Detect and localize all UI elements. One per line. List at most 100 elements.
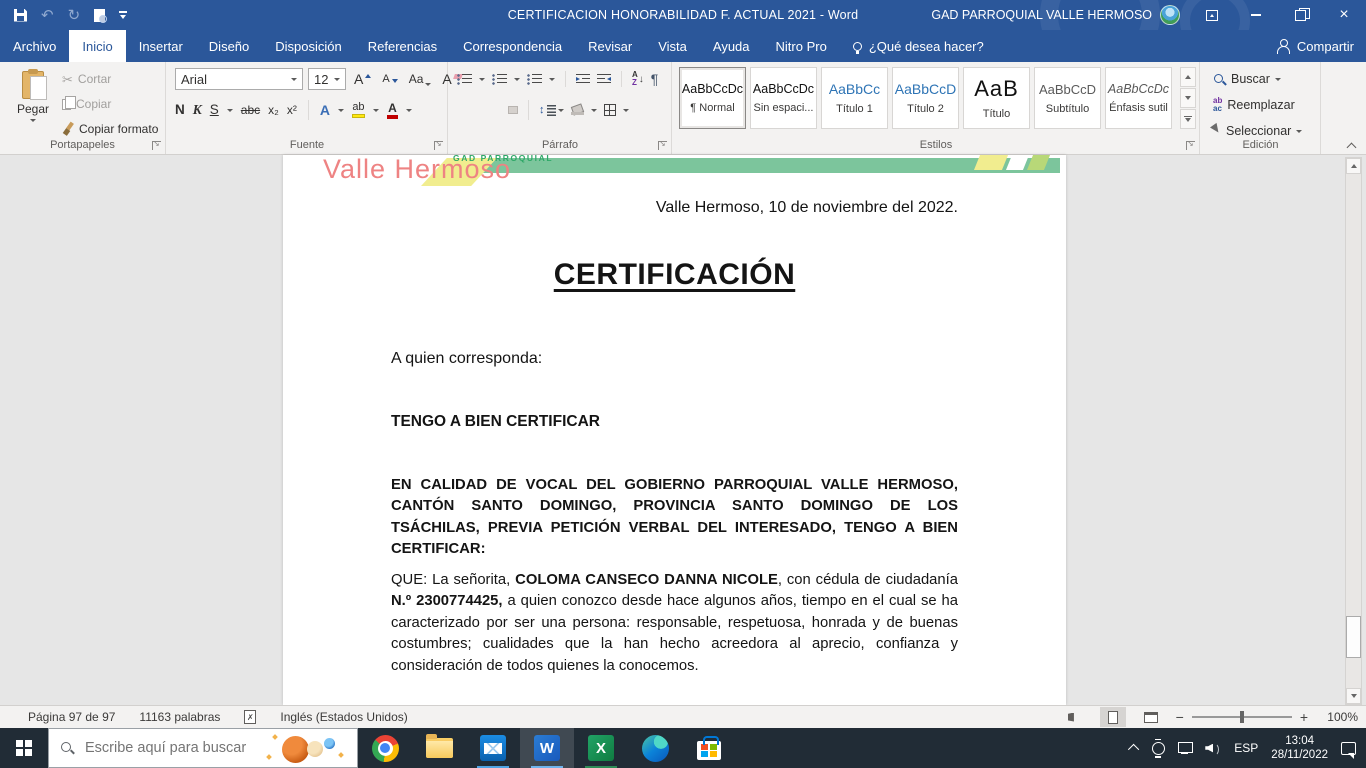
clipboard-dialog-launcher[interactable]	[152, 141, 161, 150]
text-effects-caret-icon[interactable]	[338, 109, 344, 112]
decrease-indent-icon[interactable]	[576, 74, 590, 85]
style-titulo[interactable]: AaBTítulo	[963, 67, 1030, 129]
multilevel-list-icon[interactable]	[527, 74, 542, 85]
show-hidden-icons-button[interactable]	[1128, 744, 1139, 755]
save-icon[interactable]	[14, 9, 27, 22]
proofing-errors-icon[interactable]: ✗	[244, 710, 256, 724]
bold-button[interactable]: N	[175, 103, 185, 117]
justify-button[interactable]	[508, 106, 518, 114]
multilevel-caret-icon[interactable]	[549, 78, 555, 81]
style-subtitulo[interactable]: AaBbCcDSubtítulo	[1034, 67, 1101, 129]
borders-icon[interactable]	[604, 104, 616, 116]
scrollbar-thumb[interactable]	[1346, 616, 1361, 658]
taskbar-mail[interactable]	[466, 728, 520, 768]
search-input[interactable]	[85, 740, 250, 756]
increase-indent-icon[interactable]	[597, 74, 611, 85]
align-left-button[interactable]	[457, 106, 467, 114]
tab-disposicion[interactable]: Disposición	[262, 30, 354, 62]
print-layout-button[interactable]	[1100, 707, 1126, 727]
styles-more-button[interactable]	[1180, 109, 1196, 129]
shrink-font-button[interactable]: A	[379, 72, 400, 86]
taskbar-excel[interactable]: X	[574, 728, 628, 768]
grow-font-button[interactable]: A	[351, 70, 374, 88]
font-family-combo[interactable]: Arial	[175, 68, 303, 90]
tab-vista[interactable]: Vista	[645, 30, 700, 62]
web-layout-button[interactable]	[1138, 707, 1164, 727]
taskbar-edge[interactable]	[628, 728, 682, 768]
select-button[interactable]: Seleccionar	[1213, 121, 1302, 141]
zoom-out-button[interactable]: −	[1176, 709, 1184, 725]
tab-referencias[interactable]: Referencias	[355, 30, 450, 62]
document-page[interactable]: Valle Hermoso GAD PARROQUIAL Valle Hermo…	[283, 155, 1066, 705]
format-painter-button[interactable]: Copiar formato	[62, 119, 158, 139]
style-enfasis-sutil[interactable]: AaBbCcDcÉnfasis sutil	[1105, 67, 1172, 129]
share-button[interactable]: Compartir	[1276, 30, 1354, 62]
underline-caret-icon[interactable]	[227, 109, 233, 112]
numbering-caret-icon[interactable]	[514, 78, 520, 81]
font-color-button[interactable]: A	[387, 102, 398, 119]
zoom-slider-thumb[interactable]	[1240, 711, 1244, 723]
collapse-ribbon-button[interactable]	[1347, 141, 1356, 150]
account-info[interactable]: GAD PARROQUIAL VALLE HERMOSO	[931, 5, 1180, 25]
underline-button[interactable]: S	[210, 103, 219, 117]
styles-scroll-down[interactable]	[1180, 88, 1196, 108]
shading-icon[interactable]	[571, 105, 584, 115]
font-dialog-launcher[interactable]	[434, 141, 443, 150]
text-effects-button[interactable]: A	[320, 102, 330, 118]
cut-button[interactable]: ✂Cortar	[62, 69, 158, 89]
change-case-button[interactable]: Aa	[406, 71, 435, 87]
paragraph-dialog-launcher[interactable]	[658, 141, 667, 150]
strikethrough-button[interactable]: abc	[241, 104, 260, 116]
numbering-icon[interactable]	[492, 74, 507, 85]
style-sin-espaciado[interactable]: AaBbCcDcSin espaci...	[750, 67, 817, 129]
tab-archivo[interactable]: Archivo	[0, 30, 69, 62]
language-indicator[interactable]: Inglés (Estados Unidos)	[280, 710, 407, 724]
font-size-combo[interactable]: 12	[308, 68, 346, 90]
italic-button[interactable]: K	[193, 103, 202, 117]
align-right-button[interactable]	[491, 106, 501, 114]
style-titulo-2[interactable]: AaBbCcDTítulo 2	[892, 67, 959, 129]
tab-inicio[interactable]: Inicio	[69, 30, 125, 62]
customize-qat-icon[interactable]	[119, 11, 127, 19]
shading-caret-icon[interactable]	[591, 109, 597, 112]
clock[interactable]: 13:04 28/11/2022	[1271, 734, 1328, 762]
network-icon[interactable]	[1178, 742, 1192, 754]
account-avatar[interactable]	[1160, 5, 1180, 25]
copy-button[interactable]: Copiar	[62, 94, 158, 114]
tab-insertar[interactable]: Insertar	[126, 30, 196, 62]
highlight-caret-icon[interactable]	[373, 109, 379, 112]
page-indicator[interactable]: Página 97 de 97	[28, 710, 115, 724]
volume-icon[interactable]	[1205, 742, 1221, 755]
action-center-icon[interactable]	[1341, 742, 1356, 755]
zoom-slider[interactable]	[1192, 716, 1292, 718]
language-switcher[interactable]: ESP	[1234, 741, 1258, 755]
undo-icon[interactable]: ↶	[41, 8, 54, 23]
scroll-up-button[interactable]	[1346, 158, 1361, 174]
start-button[interactable]	[0, 728, 48, 768]
word-count[interactable]: 11163 palabras	[139, 710, 220, 724]
restore-button[interactable]	[1278, 0, 1322, 30]
vertical-scrollbar[interactable]	[1345, 157, 1362, 705]
tab-nitro-pro[interactable]: Nitro Pro	[763, 30, 840, 62]
tab-ayuda[interactable]: Ayuda	[700, 30, 763, 62]
tab-revisar[interactable]: Revisar	[575, 30, 645, 62]
tab-diseno[interactable]: Diseño	[196, 30, 262, 62]
taskbar-file-explorer[interactable]	[412, 728, 466, 768]
replace-button[interactable]: abacReemplazar	[1213, 95, 1302, 115]
zoom-in-button[interactable]: +	[1300, 709, 1308, 725]
font-color-caret-icon[interactable]	[406, 109, 412, 112]
find-button[interactable]: Buscar	[1213, 69, 1302, 89]
sort-icon[interactable]: AZ↓	[632, 71, 644, 87]
ribbon-display-options-button[interactable]	[1190, 0, 1234, 30]
taskbar-store[interactable]	[682, 728, 736, 768]
print-preview-icon[interactable]	[94, 9, 105, 22]
style-titulo-1[interactable]: AaBbCcTítulo 1	[821, 67, 888, 129]
meet-now-icon[interactable]	[1152, 742, 1165, 755]
minimize-button[interactable]	[1234, 0, 1278, 30]
paste-button[interactable]: Pegar	[8, 67, 58, 139]
read-mode-button[interactable]	[1062, 707, 1088, 727]
taskbar-word[interactable]: W	[520, 728, 574, 768]
style-normal[interactable]: AaBbCcDc¶ Normal	[679, 67, 746, 129]
borders-caret-icon[interactable]	[623, 109, 629, 112]
line-spacing-button[interactable]: ↕	[539, 104, 564, 116]
